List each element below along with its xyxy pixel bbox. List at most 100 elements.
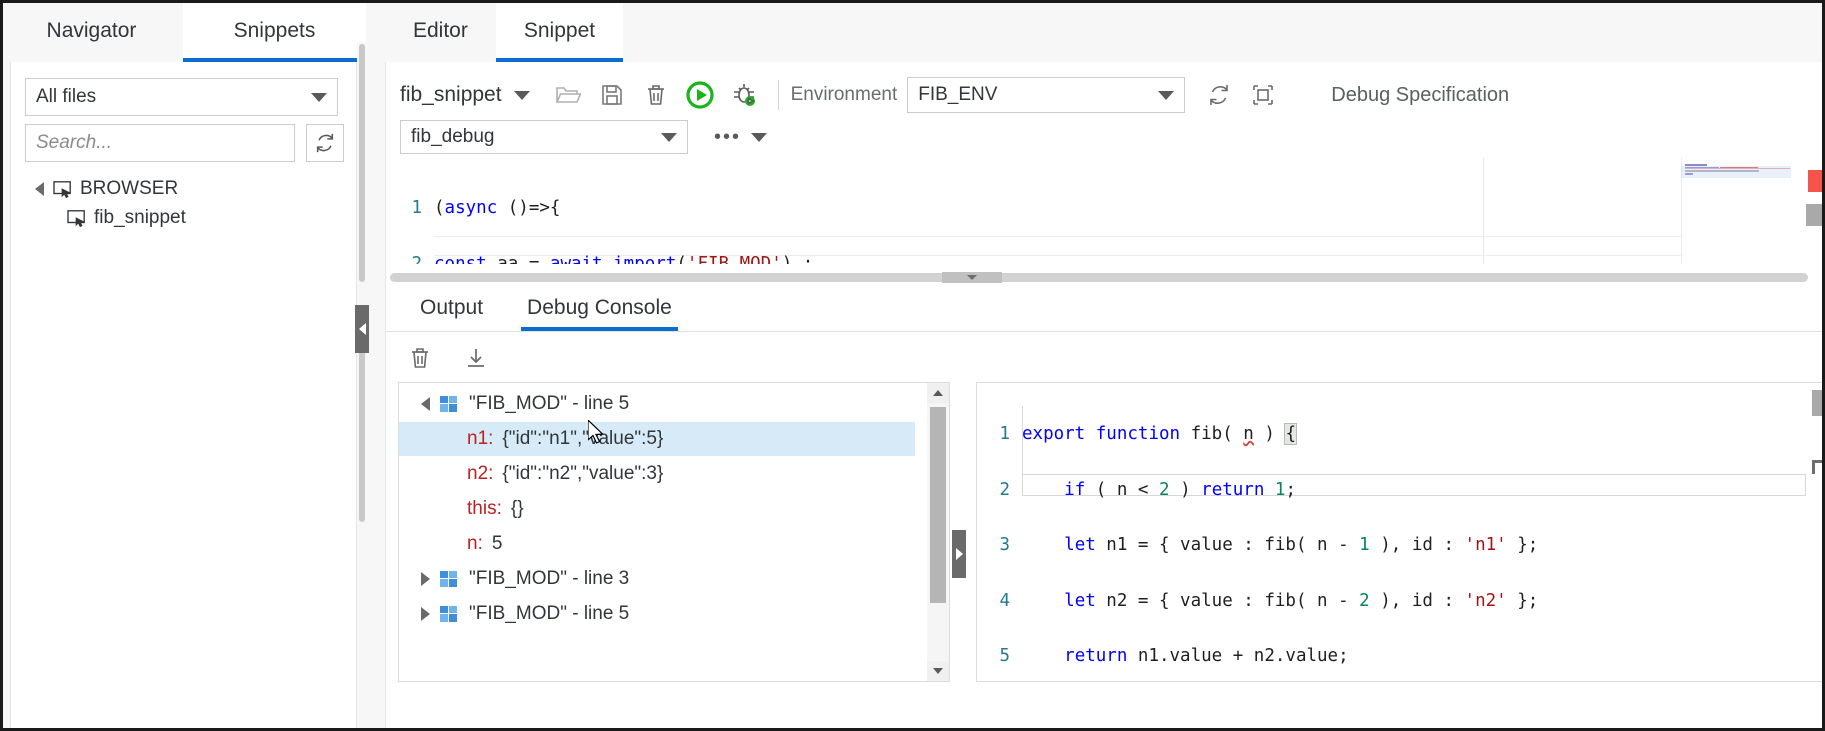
editor-vertical-scrollbar[interactable] <box>1791 158 1825 264</box>
editor-error-marker[interactable] <box>1808 170 1822 192</box>
minimap-viewport-slider[interactable] <box>1681 166 1791 178</box>
open-snippet-button[interactable] <box>546 75 590 115</box>
chevron-down-icon <box>967 275 977 280</box>
tab-navigator[interactable]: Navigator <box>0 0 183 62</box>
splitter-grip-top[interactable] <box>359 44 365 282</box>
debug-frame-label: "FIB_MOD" - line 5 <box>469 603 630 624</box>
triangle-up-icon <box>933 390 943 396</box>
snippet-toolbar: fib_snippet Environment FIB_ENV Debug Sp… <box>386 70 1825 120</box>
debug-config-row: fib_debug ••• <box>386 116 1825 158</box>
editor-line-numbers: 1 2 3 4 <box>386 158 426 264</box>
triangle-collapsed-icon[interactable] <box>421 607 430 621</box>
triangle-expanded-icon[interactable] <box>35 182 44 196</box>
debug-variable-key: n: <box>467 533 483 554</box>
tab-snippet-label: Snippet <box>523 19 596 42</box>
source-code-line: return n1.value + n2.value; <box>1064 646 1349 666</box>
console-toolbar <box>386 334 1825 382</box>
editor-code-content[interactable]: (async ()=>{ const aa = await import('FI… <box>434 162 813 264</box>
scroll-down-button[interactable] <box>927 661 949 681</box>
source-scroll-thumb[interactable] <box>1812 390 1824 416</box>
tab-editor[interactable]: Editor <box>385 0 496 62</box>
refresh-snippets-button[interactable] <box>306 124 344 162</box>
source-code-line: export function fib( n ) { <box>1022 423 1297 445</box>
tab-debug-console[interactable]: Debug Console <box>505 285 694 331</box>
debug-frame-label: "FIB_MOD" - line 5 <box>469 393 630 414</box>
debug-variables-tree[interactable]: "FIB_MOD" - line 5 n1: {"id":"n1","value… <box>398 382 950 682</box>
debug-variable-value: 5 <box>491 533 503 554</box>
snippet-code-editor[interactable]: 1 2 3 4 (async ()=>{ const aa = await im… <box>386 158 1825 264</box>
run-snippet-button[interactable] <box>678 75 722 115</box>
refresh-icon <box>1210 85 1229 105</box>
source-code-panel[interactable]: 1 2 3 4 5 6 export function fib( n ) { i… <box>976 382 1825 682</box>
editor-vertical-rule <box>1483 158 1484 264</box>
save-snippet-button[interactable] <box>590 75 634 115</box>
console-tabbar: Output Debug Console <box>386 284 1825 332</box>
snippet-name-label: fib_snippet <box>400 83 502 106</box>
debug-config-dropdown[interactable]: fib_debug <box>400 120 688 154</box>
editor-code-line: (async ()=>{ <box>434 198 561 218</box>
debug-variable-key: this: <box>467 498 502 519</box>
trash-icon <box>412 348 428 368</box>
folder-open-icon <box>555 87 581 103</box>
tree-item-fib-snippet[interactable]: fib_snippet <box>67 207 186 229</box>
module-icon <box>439 395 459 413</box>
debug-frame-label: "FIB_MOD" - line 3 <box>469 568 630 589</box>
variables-scrollbar[interactable] <box>927 383 949 681</box>
debug-specification-link[interactable]: Debug Specification <box>1331 84 1509 107</box>
download-icon <box>468 349 484 367</box>
module-icon <box>439 570 459 588</box>
editor-line-number: 2 <box>411 253 422 264</box>
editor-horizontal-scrollbar[interactable] <box>386 270 1825 284</box>
variables-scroll-thumb[interactable] <box>930 407 946 603</box>
chevron-right-icon <box>955 548 963 560</box>
debug-frame-row[interactable]: "FIB_MOD" - line 3 <box>399 562 915 596</box>
triangle-collapsed-icon[interactable] <box>421 572 430 586</box>
tab-snippets[interactable]: Snippets <box>183 0 366 62</box>
splitter-grip-bottom[interactable] <box>359 332 365 522</box>
debug-frame-row[interactable]: "FIB_MOD" - line 5 <box>399 597 915 631</box>
module-icon-glyph <box>440 571 457 587</box>
sync-environment-button[interactable] <box>1197 75 1241 115</box>
debug-variable-key: n2: <box>467 463 494 484</box>
file-filter-dropdown[interactable]: All files <box>25 78 338 116</box>
download-console-button[interactable] <box>454 338 498 378</box>
tab-debug-console-label: Debug Console <box>527 296 672 319</box>
debug-variable-value: {} <box>510 498 524 519</box>
tab-snippet[interactable]: Snippet <box>495 0 624 62</box>
debug-variable-row[interactable]: n2: {"id":"n2","value":3} <box>399 457 915 491</box>
collapse-source-panel-handle[interactable] <box>952 530 966 578</box>
editor-hscroll-thumb[interactable] <box>942 272 1002 283</box>
layout-frame-button[interactable] <box>1241 75 1285 115</box>
clear-console-button[interactable] <box>398 338 442 378</box>
scroll-up-button[interactable] <box>927 383 949 403</box>
source-line-number: 1 <box>999 424 1010 444</box>
editor-scroll-thumb[interactable] <box>1806 204 1824 226</box>
debug-variable-row[interactable]: n: 5 <box>399 527 915 561</box>
debug-snippet-button[interactable] <box>722 75 766 115</box>
snippet-editor-body: fib_snippet Environment FIB_ENV Debug Sp… <box>385 62 1825 731</box>
source-code-content[interactable]: export function fib( n ) { if ( n < 2 ) … <box>1022 388 1538 682</box>
browser-icon <box>53 180 73 198</box>
save-icon <box>601 85 622 105</box>
debug-variable-row[interactable]: this: {} <box>399 492 915 526</box>
delete-snippet-button[interactable] <box>634 75 678 115</box>
chevron-down-icon <box>311 92 327 102</box>
editor-hscroll-track[interactable] <box>390 273 1808 282</box>
tree-item-fib-snippet-label: fib_snippet <box>94 207 186 228</box>
source-line-number-breakpoint[interactable]: 5 <box>976 647 1014 666</box>
snippet-name-dropdown[interactable]: fib_snippet <box>400 83 530 107</box>
triangle-expanded-icon[interactable] <box>421 397 430 411</box>
debug-config-value: fib_debug <box>411 126 495 147</box>
source-vertical-scrollbar[interactable] <box>1808 382 1825 682</box>
tab-output[interactable]: Output <box>398 285 505 331</box>
module-icon-glyph <box>440 396 457 412</box>
debug-variable-row[interactable]: n1: {"id":"n1","value":5} <box>399 422 915 456</box>
panel-splitter[interactable] <box>357 42 367 731</box>
search-input[interactable]: Search... <box>25 124 295 162</box>
debug-config-more-button[interactable]: ••• <box>714 127 768 147</box>
tab-editor-label: Editor <box>413 19 468 42</box>
tree-item-browser[interactable]: BROWSER <box>35 178 178 200</box>
environment-dropdown[interactable]: FIB_ENV <box>907 77 1186 113</box>
source-code-line: let n1 = { value : fib( n - 1 ), id : 'n… <box>1064 535 1539 555</box>
debug-frame-row[interactable]: "FIB_MOD" - line 5 <box>399 387 915 421</box>
